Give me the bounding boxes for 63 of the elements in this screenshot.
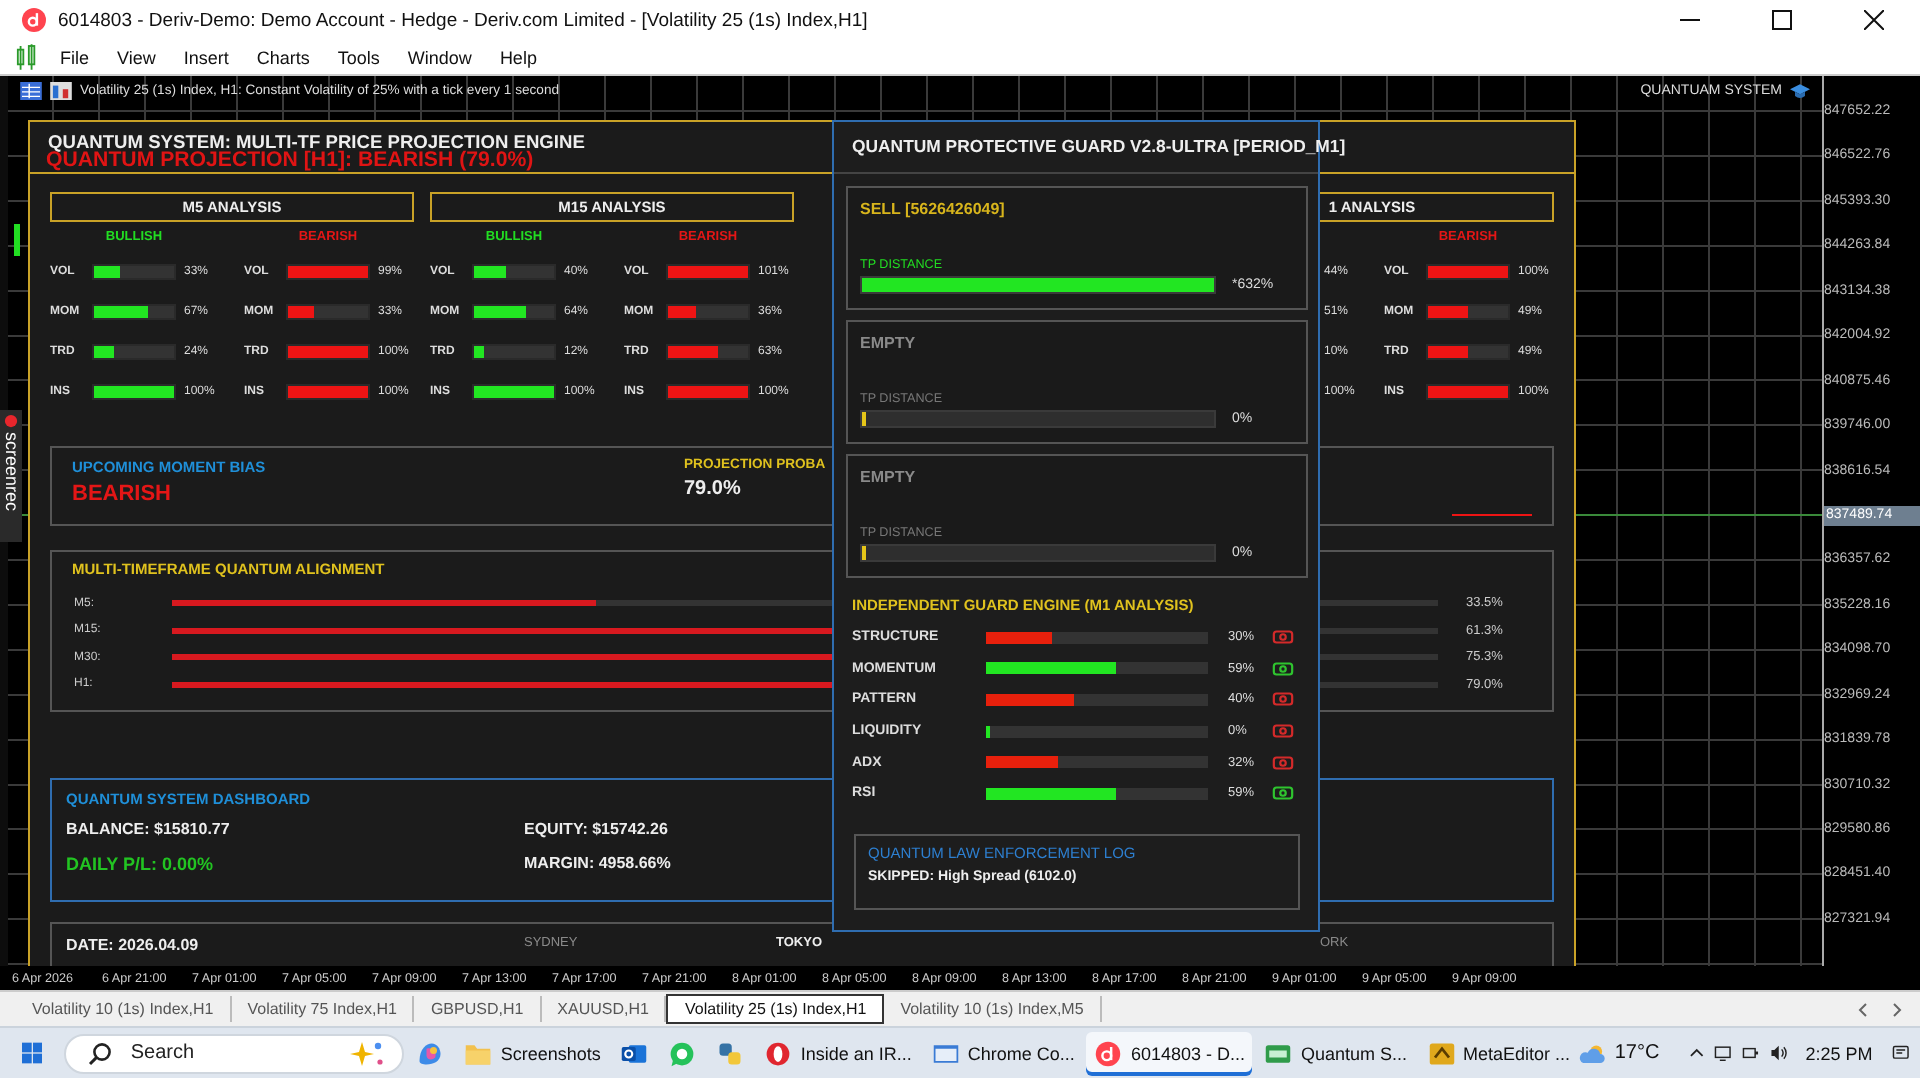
chart-tab[interactable]: GBPUSD,H1 [414,996,542,1022]
daily-pl-value: DAILY P/L: 0.00% [66,854,216,874]
chart-tab[interactable]: Volatility 75 Index,H1 [231,996,415,1022]
taskbar-app[interactable]: Inside an IR... [756,1031,920,1075]
menu-item[interactable]: Help [489,47,555,67]
hat-icon [1790,82,1810,100]
slot-title: EMPTY [860,468,918,486]
panel-title: QUANTUM SYSTEM: MULTI-TF PRICE PROJECTION ENGINE [48,132,585,152]
monitor-icon[interactable] [1714,1042,1733,1064]
ring-icon [764,1039,793,1067]
temperature[interactable]: 17°C [1614,1042,1660,1064]
record-icon [4,414,18,428]
scroll-right-icon[interactable] [1888,1001,1904,1017]
menu-item[interactable]: Tools [327,47,398,67]
recorder-tab[interactable]: screenrec [0,410,22,542]
taskbar-app[interactable]: 6014803 - D... [1086,1031,1253,1075]
chart-tab[interactable]: Volatility 10 (1s) Index,M5 [884,996,1102,1022]
bars-icon [50,82,72,100]
chart-icon [16,44,38,70]
slot-title: EMPTY [860,334,918,352]
maximize-icon [1772,10,1792,30]
folder-icon [464,1039,493,1067]
menu-item[interactable]: Charts [246,47,328,67]
menu-item[interactable]: Insert [173,47,247,67]
search-icon [88,1041,113,1065]
taskbar-app[interactable]: MetaEditor ... [1419,1031,1579,1075]
taskbar-app[interactable]: Screenshots [456,1031,609,1075]
scroll-left-icon[interactable] [1856,1001,1872,1017]
grid-icon [20,82,42,100]
menu-item[interactable]: File [50,47,108,67]
chat-icon [668,1039,697,1067]
close-icon [1864,10,1884,30]
probability-value: 79.0% [684,478,741,500]
speaker-icon[interactable] [1769,1042,1788,1064]
bias-value: BEARISH [72,482,172,506]
projection-headline: QUANTUM PROJECTION [H1]: BEARISH (79.0%) [46,149,534,171]
search-field[interactable]: Search [126,1040,333,1066]
menu-item[interactable]: Window [397,47,490,67]
chart-tab[interactable]: Volatility 25 (1s) Index,H1 [666,994,885,1024]
notification-icon[interactable] [1892,1042,1910,1064]
date-value: DATE: 2026.04.09 [66,936,201,958]
sparkle-icon [346,1039,387,1067]
app-logo-icon [1094,1039,1123,1067]
menu-item[interactable]: View [107,47,174,67]
window-icon [931,1039,960,1067]
candle [14,224,20,256]
chart-tab[interactable]: Volatility 10 (1s) Index,H1 [16,996,232,1022]
swirl-icon [416,1039,445,1067]
clock[interactable]: 2:25 PM [1805,1043,1873,1063]
equity-value: EQUITY: $15742.26 [524,820,670,838]
taskbar-app[interactable]: Quantum S... [1256,1031,1416,1075]
search-bar[interactable]: Search [64,1033,405,1073]
slot-title: SELL [5626426049] [860,200,1007,218]
balance-value: BALANCE: $15810.77 [66,820,232,838]
taskbar-app[interactable]: Chrome Co... [923,1031,1083,1075]
network-icon[interactable] [1742,1042,1760,1064]
bias-line [1452,513,1532,516]
start-icon[interactable] [22,1040,43,1066]
mail-icon [620,1039,649,1067]
editor-icon [1427,1039,1456,1067]
window-title: 6014803 - Deriv-Demo: Demo Account - Hedge - Deriv.com Limited - [Volatility 25 (1s) Index,H1] [58,9,868,31]
terminal-icon [1264,1039,1293,1067]
app-logo-icon [22,8,46,32]
